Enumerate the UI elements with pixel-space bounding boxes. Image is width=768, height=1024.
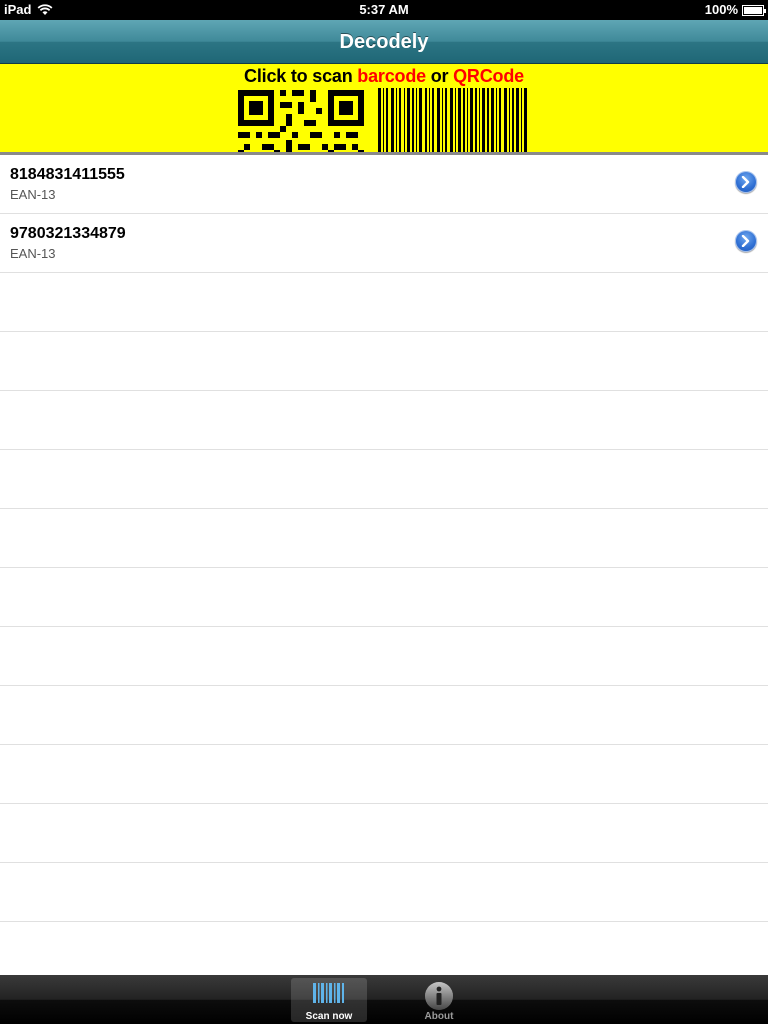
empty-row — [0, 509, 768, 568]
status-bar: iPad 5:37 AM 100% — [0, 0, 768, 20]
banner-prefix: Click to scan — [244, 66, 358, 86]
banner-barcode-word: barcode — [357, 66, 426, 86]
list-item[interactable]: 8184831411555 EAN-13 — [0, 155, 768, 214]
nav-title: Decodely — [339, 31, 429, 53]
item-code: 8184831411555 — [10, 166, 125, 183]
scan-history-list: 8184831411555 EAN-13 9780321334879 EAN-1… — [0, 155, 768, 922]
tab-bar: Scan now About — [0, 975, 768, 1024]
empty-row — [0, 568, 768, 627]
item-code: 9780321334879 — [10, 225, 126, 242]
qr-code-icon — [238, 90, 364, 152]
empty-row — [0, 804, 768, 863]
detail-disclosure-icon[interactable] — [735, 230, 757, 252]
list-item[interactable]: 9780321334879 EAN-13 — [0, 214, 768, 273]
empty-row — [0, 863, 768, 922]
empty-row — [0, 273, 768, 332]
banner-middle: or — [425, 66, 454, 86]
tab-scan-now-label: Scan now — [305, 1011, 353, 1022]
empty-row — [0, 332, 768, 391]
barcode-icon — [313, 983, 344, 1003]
tab-scan-now[interactable]: Scan now — [291, 978, 367, 1022]
tab-about-label: About — [424, 1011, 454, 1022]
battery-icon — [742, 4, 766, 16]
item-type: EAN-13 — [10, 187, 56, 202]
navigation-bar: Decodely — [0, 20, 768, 64]
empty-row — [0, 686, 768, 745]
detail-disclosure-icon[interactable] — [735, 171, 757, 193]
empty-row — [0, 391, 768, 450]
empty-row — [0, 627, 768, 686]
empty-row — [0, 450, 768, 509]
empty-row — [0, 745, 768, 804]
tab-about[interactable]: About — [401, 978, 477, 1022]
banner-text: Click to scan barcode or QRCode — [0, 66, 768, 87]
item-type: EAN-13 — [10, 246, 56, 261]
status-time: 5:37 AM — [359, 2, 409, 17]
scan-banner[interactable]: Click to scan barcode or QRCode — [0, 64, 768, 155]
barcode-icon — [378, 88, 527, 152]
info-icon — [425, 982, 453, 1010]
battery-percent: 100% — [704, 2, 738, 17]
banner-qrcode-word: QRCode — [453, 66, 524, 86]
